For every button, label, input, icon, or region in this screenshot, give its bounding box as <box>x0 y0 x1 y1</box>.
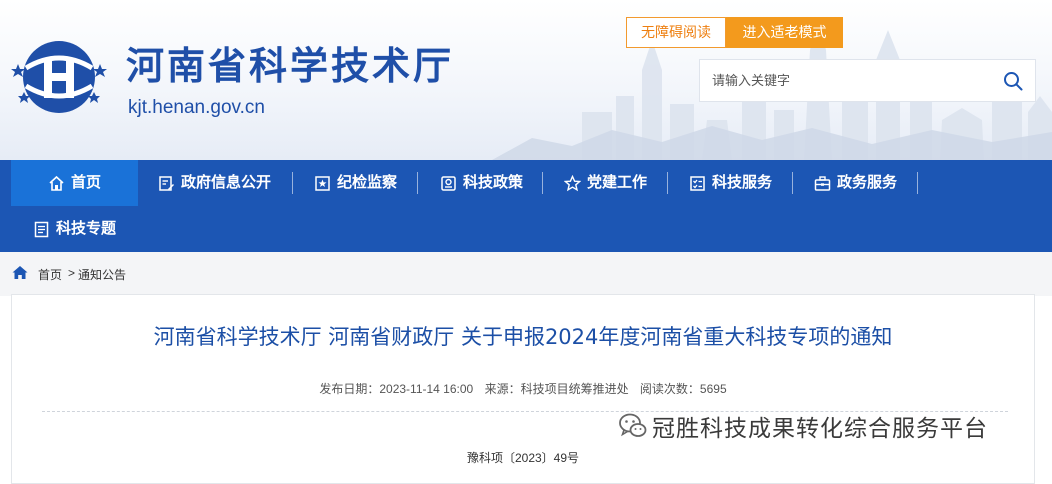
breadcrumb-home-link[interactable]: 首页 <box>38 266 62 283</box>
watermark: 冠胜科技成果转化综合服务平台 <box>618 409 988 443</box>
home-icon <box>49 175 64 191</box>
nav-item-gov-service[interactable]: 政务服务 <box>814 160 897 206</box>
accessibility-reading-button[interactable]: 无障碍阅读 <box>626 17 726 48</box>
checklist-icon <box>690 175 705 191</box>
article-title: 河南省科学技术厅 河南省财政厅 关于申报2024年度河南省重大科技专项的通知 <box>153 325 893 349</box>
nav-divider <box>417 172 418 194</box>
topic-doc-icon <box>34 221 49 237</box>
nav-item-tech-topics[interactable]: 科技专题 <box>33 206 116 252</box>
nav-item-home[interactable]: 首页 <box>11 160 138 206</box>
article-meta: 发布日期：2023-11-14 16:00 来源：科技项目统筹推进处 阅读次数：… <box>11 380 1035 398</box>
document-number: 豫科项〔2023〕49号 <box>466 451 580 465</box>
nav-item-label: 科技专题 <box>56 220 117 237</box>
nav-item-party-building[interactable]: 党建工作 <box>564 160 647 206</box>
henan-sti-logo <box>11 41 107 113</box>
nav-item-label: 政府信息公开 <box>181 174 272 191</box>
view-count: 阅读次数：5695 <box>639 382 727 396</box>
breadcrumb-separator: > <box>68 266 76 280</box>
nav-item-discipline[interactable]: 纪检监察 <box>314 160 397 206</box>
policy-icon <box>441 175 456 191</box>
nav-item-label: 政务服务 <box>837 174 898 191</box>
nav-divider <box>667 172 668 194</box>
search-input[interactable] <box>700 60 990 101</box>
search-icon[interactable] <box>1003 71 1023 91</box>
search-box <box>699 59 1036 102</box>
elder-mode-button[interactable]: 进入适老模式 <box>726 17 843 48</box>
nav-divider <box>292 172 293 194</box>
nav-item-tech-service[interactable]: 科技服务 <box>689 160 772 206</box>
briefcase-icon <box>814 175 831 191</box>
nav-item-policy[interactable]: 科技政策 <box>440 160 523 206</box>
nav-item-gov-info[interactable]: 政府信息公开 <box>158 160 271 206</box>
inspection-icon <box>315 175 330 191</box>
nav-item-label: 科技服务 <box>712 174 773 191</box>
site-domain: kjt.henan.gov.cn <box>128 97 265 118</box>
article-source: 来源：科技项目统筹推进处 <box>484 382 629 396</box>
breadcrumb-current-link[interactable]: 通知公告 <box>78 266 126 283</box>
wechat-icon <box>619 413 647 437</box>
nav-item-label: 纪检监察 <box>337 174 398 191</box>
nav-item-label: 党建工作 <box>587 174 648 191</box>
star-icon <box>564 174 581 191</box>
nav-divider <box>792 172 793 194</box>
document-edit-icon <box>159 175 174 191</box>
nav-item-label: 科技政策 <box>463 174 524 191</box>
site-header: 河南省科学技术厅 kjt.henan.gov.cn 无障碍阅读 进入适老模式 <box>0 0 1052 160</box>
site-title: 河南省科学技术厅 <box>126 44 455 88</box>
watermark-text: 冠胜科技成果转化综合服务平台 <box>652 416 988 442</box>
nav-divider <box>917 172 918 194</box>
nav-divider <box>542 172 543 194</box>
home-icon <box>12 266 28 279</box>
nav-item-label: 首页 <box>71 174 102 191</box>
publish-date: 发布日期：2023-11-14 16:00 <box>319 382 474 396</box>
breadcrumb <box>0 252 1052 296</box>
